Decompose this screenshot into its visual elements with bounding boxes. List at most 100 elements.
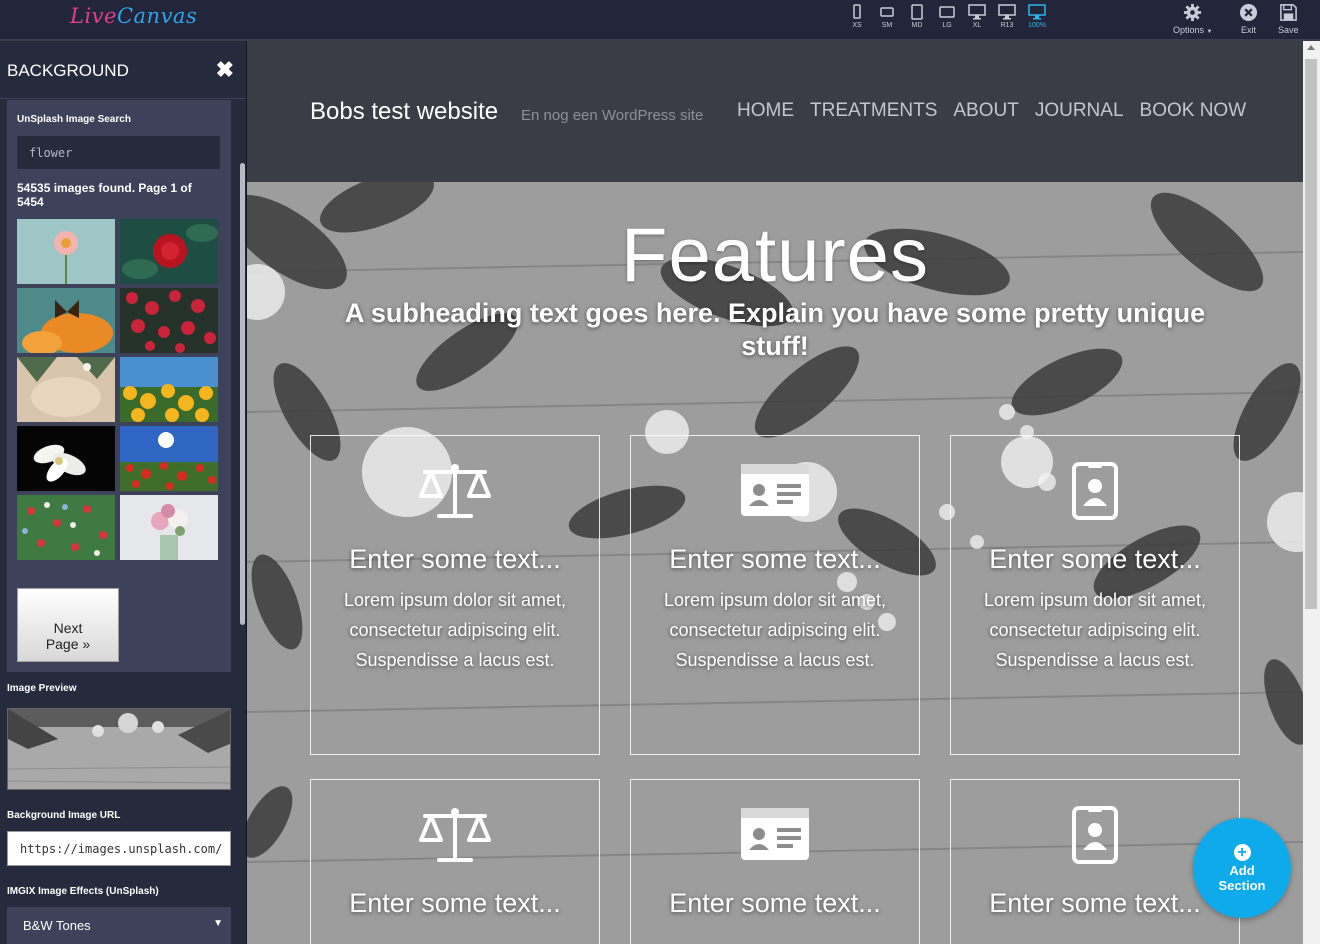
nav-treatments[interactable]: TREATMENTS: [810, 100, 937, 122]
caret-down-icon: ▼: [213, 918, 223, 929]
monitor-icon: [968, 4, 986, 20]
device-switcher: XS SM MD LG XL R13 100%: [842, 4, 1052, 36]
id-badge-icon: [1072, 462, 1118, 520]
unsplash-search-box: UnSplash Image Search 54535 images found…: [7, 100, 231, 672]
balance-scale-icon: [419, 808, 491, 862]
feature-card-body: Lorem ipsum dolor sit amet, consectetur …: [663, 590, 887, 670]
id-card-icon: [741, 808, 809, 860]
feature-card-body: Lorem ipsum dolor sit amet, consectetur …: [983, 590, 1207, 670]
features-section[interactable]: Features A subheading text goes here. Ex…: [247, 182, 1303, 944]
exit-label: Exit: [1240, 25, 1256, 35]
device-label: XL: [972, 22, 982, 29]
balance-scale-icon: [419, 464, 491, 518]
feature-card-title: Enter some text...: [669, 544, 881, 574]
save-button[interactable]: Save: [1278, 3, 1299, 35]
device-label: LG: [942, 22, 952, 29]
image-thumbnail[interactable]: [120, 288, 218, 353]
imgix-effects-select[interactable]: B&W Tones ▼: [7, 907, 231, 944]
phone-landscape-icon: [880, 7, 894, 17]
nav-book-now[interactable]: BOOK NOW: [1140, 100, 1247, 122]
id-card-icon: [741, 464, 809, 516]
imgix-effects-label: IMGIX Image Effects (UnSplash): [7, 886, 159, 897]
background-panel: BACKGROUND ✖ UnSplash Image Search 54535…: [0, 41, 247, 944]
device-md-button[interactable]: MD: [902, 4, 932, 36]
caret-down-icon: ▼: [1206, 29, 1213, 35]
image-thumbnail[interactable]: [17, 288, 115, 353]
image-thumbnail[interactable]: [17, 219, 115, 284]
feature-card[interactable]: Enter some text... Lorem ipsum dolor sit…: [950, 435, 1240, 755]
image-thumbnail[interactable]: [120, 357, 218, 422]
site-preview: Bobs test website En nog een WordPress s…: [247, 41, 1303, 944]
livecanvas-logo[interactable]: LiveCanvas: [70, 4, 197, 28]
device-xs-button[interactable]: XS: [842, 4, 872, 36]
feature-card-body: Lorem ipsum dolor sit amet, consectetur …: [343, 590, 567, 670]
tablet-landscape-icon: [939, 6, 955, 18]
floppy-disk-icon: [1279, 4, 1297, 21]
device-label: SM: [881, 22, 893, 29]
feature-card[interactable]: Enter some text...: [630, 779, 920, 944]
image-thumbnail[interactable]: [120, 495, 218, 560]
device-label: MD: [911, 22, 923, 29]
image-results-grid: [17, 219, 220, 560]
panel-header: BACKGROUND ✖: [0, 41, 246, 99]
unsplash-search-input[interactable]: [17, 136, 220, 169]
bg-url-input[interactable]: [7, 831, 231, 866]
feature-card[interactable]: Enter some text... Lorem ipsum dolor sit…: [630, 435, 920, 755]
bg-url-label: Background Image URL: [7, 810, 121, 821]
hero-subtitle: A subheading text goes here. Explain you…: [344, 298, 1206, 361]
id-badge-icon: [1072, 806, 1118, 864]
nav-home[interactable]: HOME: [737, 100, 794, 122]
device-sm-button[interactable]: SM: [872, 4, 902, 36]
feature-card-title: Enter some text...: [989, 544, 1201, 574]
tablet-icon: [911, 4, 923, 20]
feature-card-title: Enter some text...: [349, 888, 561, 918]
plus-circle-icon: +: [1233, 844, 1251, 861]
image-preview: [7, 708, 231, 790]
hero-title: Features: [621, 213, 929, 298]
save-label: Save: [1278, 25, 1299, 35]
panel-scrollbar[interactable]: [240, 163, 245, 625]
logo-canvas: Canvas: [116, 4, 198, 28]
device-xl-button[interactable]: XL: [962, 4, 992, 36]
device-label: XS: [852, 22, 862, 29]
feature-card[interactable]: Enter some text...: [310, 779, 600, 944]
device-r13-button[interactable]: R13: [992, 4, 1022, 36]
next-page-button[interactable]: Next Page »: [17, 588, 119, 662]
site-brand[interactable]: Bobs test website: [310, 98, 498, 126]
image-preview-label: Image Preview: [7, 683, 77, 694]
gear-icon: [1184, 3, 1202, 22]
monitor-icon: [1028, 4, 1046, 20]
phone-icon: [853, 4, 861, 19]
site-header: Bobs test website En nog een WordPress s…: [247, 41, 1303, 182]
close-circle-icon: [1239, 3, 1258, 22]
image-thumbnail[interactable]: [17, 357, 115, 422]
unsplash-label: UnSplash Image Search: [17, 114, 131, 125]
device-100-button[interactable]: 100%: [1022, 4, 1052, 36]
feature-card-title: Enter some text...: [349, 544, 561, 574]
imgix-effects-value: B&W Tones: [23, 918, 91, 933]
nav-about[interactable]: ABOUT: [953, 100, 1018, 122]
device-lg-button[interactable]: LG: [932, 4, 962, 36]
image-thumbnail[interactable]: [17, 426, 115, 491]
panel-title: BACKGROUND: [7, 61, 129, 80]
image-thumbnail[interactable]: [120, 426, 218, 491]
site-tagline: En nog een WordPress site: [521, 107, 704, 124]
preview-scrollbar[interactable]: [1303, 41, 1320, 944]
monitor-icon: [998, 4, 1016, 20]
device-label: R13: [1000, 22, 1014, 29]
exit-button[interactable]: Exit: [1239, 3, 1258, 35]
image-thumbnail[interactable]: [17, 495, 115, 560]
scroll-up-arrow-icon[interactable]: [1307, 45, 1315, 50]
logo-live: Live: [70, 4, 117, 28]
feature-card[interactable]: Enter some text... Lorem ipsum dolor sit…: [310, 435, 600, 755]
feature-card-title: Enter some text...: [669, 888, 881, 918]
options-button[interactable]: Options ▼: [1173, 3, 1213, 35]
close-icon[interactable]: ✖: [216, 59, 234, 81]
options-label: Options ▼: [1173, 25, 1213, 35]
image-thumbnail[interactable]: [120, 219, 218, 284]
add-section-button[interactable]: + Add Section: [1193, 818, 1291, 918]
device-label: 100%: [1028, 22, 1046, 29]
nav-journal[interactable]: JOURNAL: [1035, 100, 1124, 122]
scrollbar-thumb[interactable]: [1305, 59, 1317, 609]
top-toolbar: LiveCanvas XS SM MD LG XL R13 100% Optio…: [0, 0, 1320, 40]
